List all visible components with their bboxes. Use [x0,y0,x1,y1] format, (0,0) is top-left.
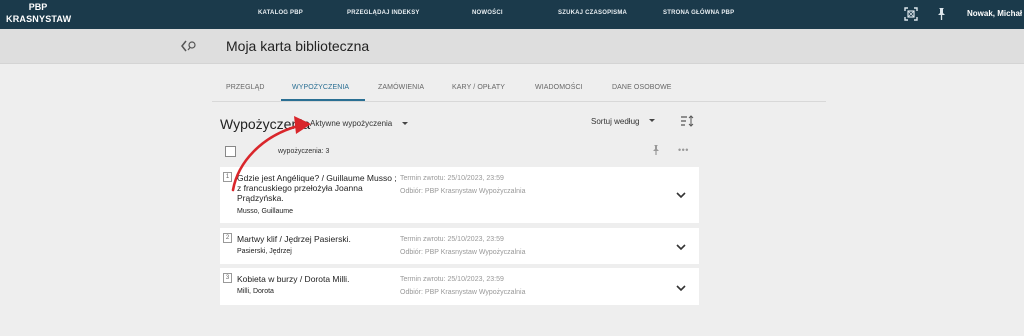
pin-icon[interactable] [651,144,661,156]
loan-item[interactable]: 3 Kobieta w burzy / Dorota Milli. Milli,… [220,268,699,305]
logo-line-2: KRASNYSTAW [6,14,72,24]
qr-scan-icon[interactable] [903,6,919,22]
expand-chevron-down-icon[interactable] [675,243,687,251]
loan-author: Pasierski, Jędrzej [237,248,292,255]
loan-due-date: Termin zwrotu: 25/10/2023, 23:59 [400,175,504,182]
nav-link-strona-glowna[interactable]: STRONA GŁÓWNA PBP [663,10,734,16]
top-navigation-bar: PBP KRASNYSTAW KATALOG PBP PRZEGLĄDAJ IN… [0,0,1024,29]
expand-chevron-down-icon[interactable] [675,284,687,292]
nav-link-indeksy[interactable]: PRZEGLĄDAJ INDEKSY [347,10,420,16]
loan-title[interactable]: Gdzie jest Angélique? / Guillaume Musso … [237,173,397,203]
loan-author: Musso, Guillaume [237,208,294,215]
loan-number-badge: 3 [223,273,232,283]
active-tab-indicator [281,99,365,101]
user-menu[interactable]: Nowak, Michał [967,9,1022,18]
sort-select[interactable]: Sortuj według [591,117,639,126]
tabs-divider [212,101,826,102]
loan-filter-select[interactable]: Aktywne wypożyczenia [310,119,392,128]
sort-chevron-down-icon[interactable] [649,119,655,122]
loan-item[interactable]: 1 Gdzie jest Angélique? / Guillaume Muss… [220,167,699,223]
loan-due-date: Termin zwrotu: 25/10/2023, 23:59 [400,236,504,243]
pin-icon[interactable] [933,6,949,22]
loan-pickup-location: Odbiór: PBP Krasnystaw Wypożyczalnia [400,289,526,296]
expand-chevron-down-icon[interactable] [675,191,687,199]
nav-link-katalog[interactable]: KATALOG PBP [258,10,303,16]
back-search-icon[interactable] [180,40,198,52]
tab-zamowienia[interactable]: ZAMÓWIENIA [378,84,424,91]
logo-line-1: PBP [28,2,48,12]
tab-wypozyczenia[interactable]: WYPOŻYCZENIA [292,84,349,91]
loan-number-badge: 2 [223,233,232,243]
loan-author: Milli, Dorota [237,288,274,295]
page-header [0,29,1024,64]
nav-link-czasopisma[interactable]: SZUKAJ CZASOPISMA [558,10,627,16]
loan-pickup-location: Odbiór: PBP Krasnystaw Wypożyczalnia [400,188,526,195]
loan-pickup-location: Odbiór: PBP Krasnystaw Wypożyczalnia [400,249,526,256]
tab-kary-oplaty[interactable]: KARY / OPŁATY [452,84,505,91]
sort-order-icon[interactable] [680,115,694,127]
more-options-icon[interactable]: ••• [678,145,689,155]
loan-number-badge: 1 [223,172,232,182]
tab-przeglad[interactable]: PRZEGLĄD [226,84,265,91]
section-title: Wypożyczenia [220,116,311,132]
tab-wiadomosci[interactable]: WIADOMOŚCI [535,84,583,91]
loan-item[interactable]: 2 Martwy klif / Jędrzej Pasierski. Pasie… [220,228,699,264]
page-title: Moja karta biblioteczna [226,38,370,54]
filter-chevron-down-icon[interactable] [402,122,408,125]
tab-dane-osobowe[interactable]: DANE OSOBOWE [612,84,672,91]
loan-count: wypożyczenia: 3 [278,148,330,155]
nav-link-nowosci[interactable]: NOWOŚCI [472,10,503,16]
loan-due-date: Termin zwrotu: 25/10/2023, 23:59 [400,276,504,283]
select-all-checkbox[interactable] [225,146,236,157]
library-logo[interactable]: PBP KRASNYSTAW [6,1,72,25]
